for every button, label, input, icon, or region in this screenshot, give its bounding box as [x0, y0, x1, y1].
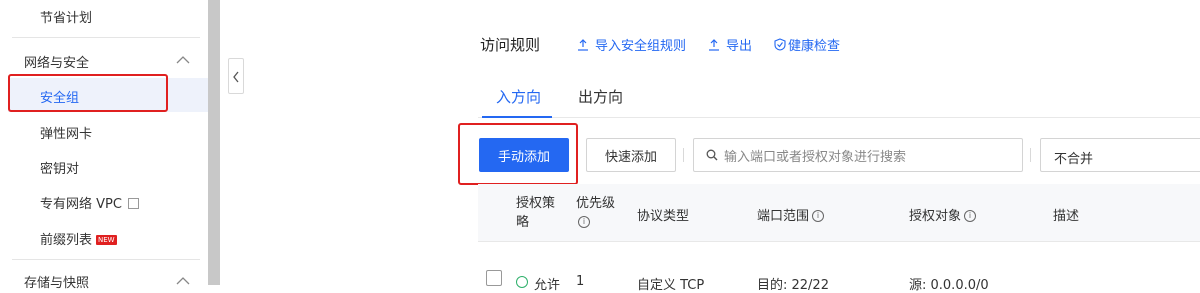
sidebar-item-savings-plan[interactable]: 节省计划: [40, 7, 92, 26]
highlight-box: [8, 74, 168, 112]
import-rules-label: 导入安全组规则: [595, 39, 687, 54]
column-header-policy[interactable]: 授权策 略: [516, 194, 555, 232]
tabs-divider: [478, 117, 1200, 118]
row-priority: 1: [576, 274, 585, 289]
merge-select-value: 不合并: [1054, 152, 1094, 167]
column-header-port[interactable]: 端口范围 i: [757, 205, 825, 224]
sidebar-divider: [12, 37, 200, 38]
health-check-link[interactable]: 健康检查: [774, 35, 840, 54]
sidebar-collapse-button[interactable]: [228, 58, 244, 94]
sidebar-item-eni[interactable]: 弹性网卡: [40, 123, 92, 142]
chevron-up-icon[interactable]: [176, 55, 190, 65]
tab-inbound[interactable]: 入方向: [496, 86, 541, 107]
sidebar-item-label: 专有网络 VPC: [40, 197, 122, 212]
merge-select[interactable]: 不合并: [1040, 138, 1200, 172]
sidebar-group-network-security[interactable]: 网络与安全: [24, 52, 89, 71]
export-link[interactable]: 导出: [708, 35, 752, 54]
check-circle-icon: [516, 276, 528, 288]
page-title: 访问规则: [480, 36, 541, 54]
tab-active-indicator: [482, 116, 552, 118]
sidebar-item-keypair[interactable]: 密钥对: [40, 158, 79, 177]
upload-icon: [578, 38, 588, 51]
sidebar-scrollbar[interactable]: [208, 0, 220, 285]
health-check-label: 健康检查: [788, 39, 841, 54]
sidebar-item-prefix-list[interactable]: 前缀列表 NEW: [40, 229, 117, 248]
import-rules-link[interactable]: 导入安全组规则: [577, 35, 686, 54]
sidebar-group-storage[interactable]: 存储与快照: [24, 272, 89, 291]
column-header-label: 授权策: [516, 196, 556, 211]
quick-add-button[interactable]: 快速添加: [586, 138, 676, 172]
search-icon: [706, 149, 718, 161]
column-header-target[interactable]: 授权对象 i: [909, 205, 977, 224]
sidebar-item-vpc[interactable]: 专有网络 VPC: [40, 193, 139, 212]
row-port: 目的: 22/22: [757, 278, 829, 293]
sidebar-item-label: 前缀列表: [40, 233, 93, 248]
row-policy: 允许: [534, 278, 561, 293]
toolbar-divider: [683, 148, 684, 162]
upload-icon: [709, 38, 719, 51]
new-badge: NEW: [96, 234, 117, 245]
column-header-protocol[interactable]: 协议类型: [637, 205, 689, 224]
column-header-label: 优先级: [576, 196, 616, 211]
search-input[interactable]: 输入端口或者授权对象进行搜索: [693, 138, 1023, 172]
toolbar-divider: [1030, 148, 1031, 162]
info-icon[interactable]: i: [812, 209, 825, 222]
highlight-box: [458, 123, 578, 185]
row-protocol: 自定义 TCP: [637, 278, 705, 293]
column-header-description[interactable]: 描述: [1053, 205, 1079, 224]
column-header-label: 端口范围: [757, 209, 810, 224]
info-icon[interactable]: i: [578, 215, 590, 228]
sidebar-divider: [12, 259, 200, 260]
export-label: 导出: [726, 39, 753, 54]
sidebar: 节省计划 网络与安全 安全组 弹性网卡 密钥对 专有网络 VPC 前缀列表 NEW…: [0, 0, 208, 291]
row-checkbox[interactable]: [486, 270, 502, 286]
info-icon[interactable]: i: [964, 209, 977, 222]
shield-check-icon: [774, 38, 786, 51]
column-header-priority[interactable]: 优先级 i: [576, 194, 615, 232]
column-header-label: 授权对象: [909, 209, 962, 224]
tab-outbound[interactable]: 出方向: [578, 86, 623, 107]
row-target: 源: 0.0.0.0/0: [909, 278, 989, 293]
chevron-left-icon: [233, 71, 239, 83]
external-link-icon: [127, 198, 139, 209]
column-header-label: 略: [516, 215, 530, 230]
search-placeholder: 输入端口或者授权对象进行搜索: [724, 149, 907, 165]
